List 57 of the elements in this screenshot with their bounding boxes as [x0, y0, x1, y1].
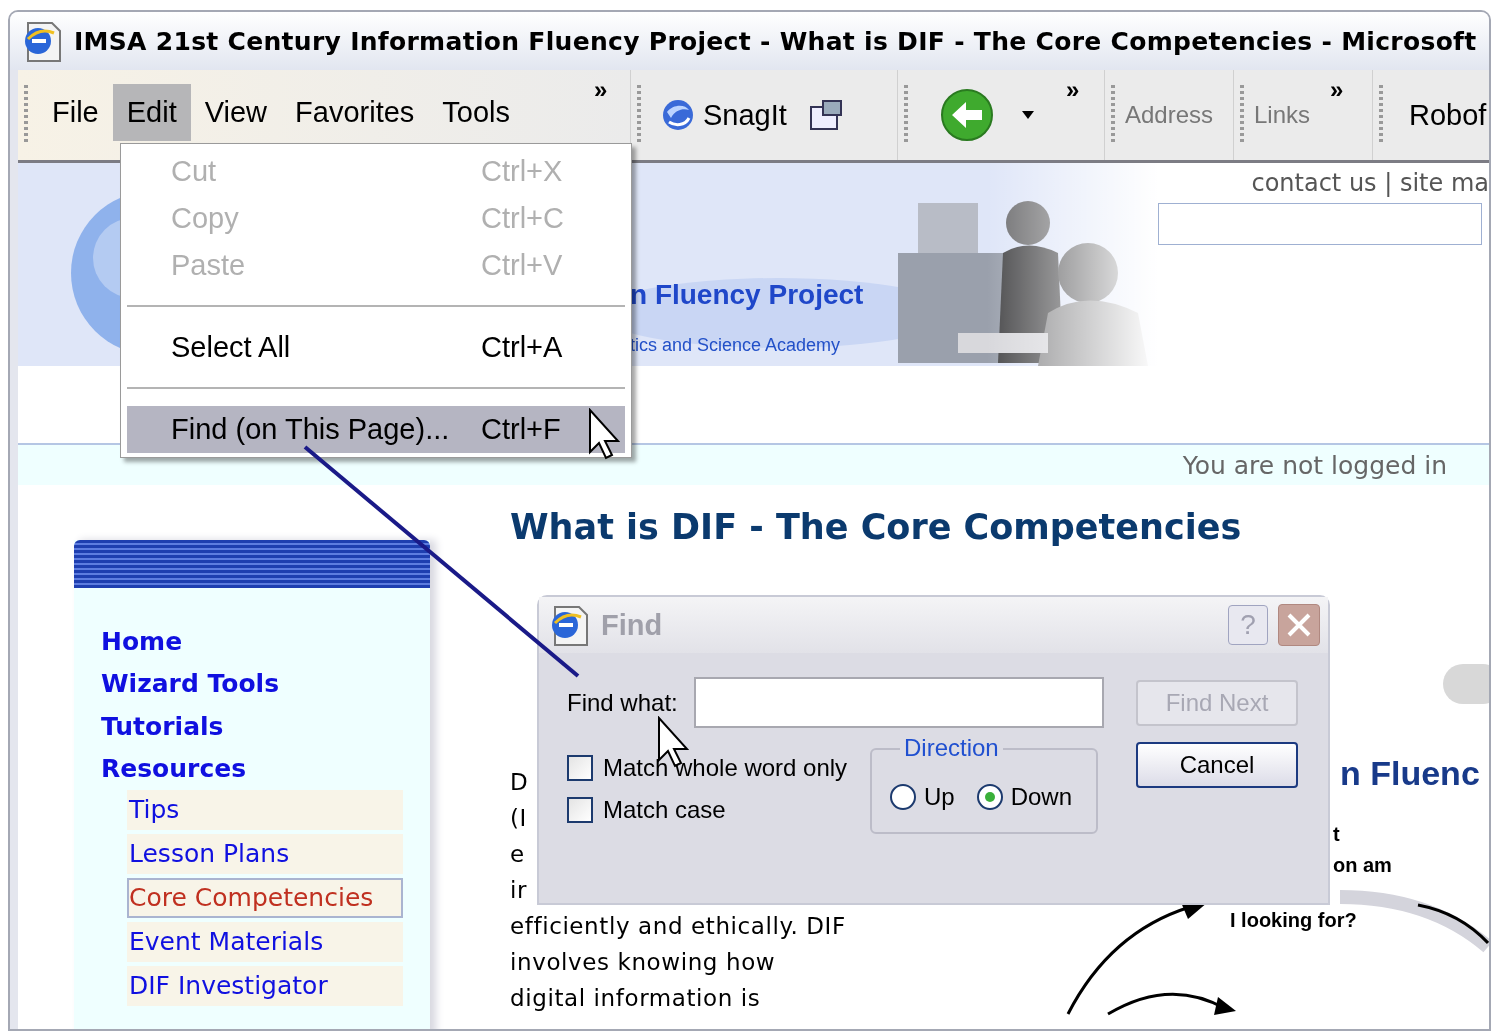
address-label[interactable]: Address: [1125, 101, 1214, 129]
nav-link[interactable]: Home: [101, 620, 430, 663]
login-status: You are not logged in: [1182, 450, 1447, 480]
article-text: e: [510, 840, 525, 869]
menu-item[interactable]: File: [38, 84, 113, 141]
radio-button[interactable]: [890, 784, 916, 810]
checkbox[interactable]: [567, 755, 593, 781]
nav-link[interactable]: Resources: [101, 747, 430, 790]
banner-title: n Fluency Project: [630, 279, 864, 311]
globe-icon[interactable]: [661, 98, 695, 132]
dialog-title: Find: [601, 608, 664, 642]
article-text: efficiently and ethically. DIF: [510, 912, 846, 941]
top-links[interactable]: contact us | site ma: [1211, 169, 1489, 197]
scroll-pill: [1443, 664, 1489, 704]
diagram-heading: n Fluenc: [1340, 754, 1480, 793]
menu-entry[interactable]: Find (on This Page)... Ctrl+F: [127, 406, 625, 453]
capture-icon[interactable]: [808, 99, 845, 131]
article-text: ir: [510, 876, 528, 905]
find-input-field[interactable]: [693, 677, 1104, 728]
dialog-button[interactable]: Cancel: [1136, 742, 1298, 788]
menu-item[interactable]: View: [190, 84, 282, 141]
dropdown-caret-icon[interactable]: [1022, 111, 1034, 119]
article-text: digital information is: [510, 984, 761, 1013]
diagram-label: t: [1333, 823, 1340, 846]
search-field[interactable]: [1158, 203, 1482, 245]
menu-item[interactable]: Favorites: [281, 84, 429, 141]
menu-entry[interactable]: Select All Ctrl+A: [127, 324, 625, 371]
chevron[interactable]: »: [1330, 76, 1344, 104]
close-button[interactable]: [1278, 604, 1320, 646]
article-text: involves knowing how: [510, 948, 776, 977]
chevron[interactable]: »: [1066, 76, 1080, 104]
checkbox-label[interactable]: Match whole word only: [603, 754, 848, 782]
nav-sub-link[interactable]: Event Materials: [127, 922, 403, 962]
diagram-label: I looking for?: [1230, 909, 1357, 932]
window-title: IMSA 21st Century Information Fluency Project - What is DIF - The Core Competencies - Microsoft: [74, 26, 1477, 56]
chevron[interactable]: »: [594, 76, 608, 104]
article-text: (I: [510, 804, 527, 833]
radio-label[interactable]: Up: [924, 783, 955, 811]
nav-sub-link[interactable]: Core Competencies: [127, 878, 403, 918]
nav-sub-link[interactable]: Lesson Plans: [127, 834, 403, 874]
article-text: D: [510, 768, 529, 797]
toolbar-band-label[interactable]: Robof: [1409, 98, 1487, 132]
find-label: Find what:: [567, 688, 678, 717]
menu-item[interactable]: Tools: [428, 84, 525, 141]
radio-label[interactable]: Down: [1010, 783, 1073, 811]
checkbox-label[interactable]: Match case: [603, 796, 726, 824]
nav-link[interactable]: Wizard Tools: [101, 662, 430, 705]
nav-link[interactable]: Tutorials: [101, 705, 430, 748]
links-label[interactable]: Links: [1254, 101, 1311, 129]
checkbox[interactable]: [567, 797, 593, 823]
radio-button[interactable]: [976, 784, 1003, 810]
diagram-label: on am: [1333, 854, 1392, 877]
snagit-button[interactable]: SnagIt: [703, 98, 787, 132]
menu-item[interactable]: Edit: [112, 84, 191, 141]
page-heading: What is DIF - The Core Competencies: [510, 507, 1243, 547]
nav-sub-link[interactable]: Tips: [127, 790, 403, 830]
nav-sub-link[interactable]: DIF Investigator: [127, 966, 403, 1006]
